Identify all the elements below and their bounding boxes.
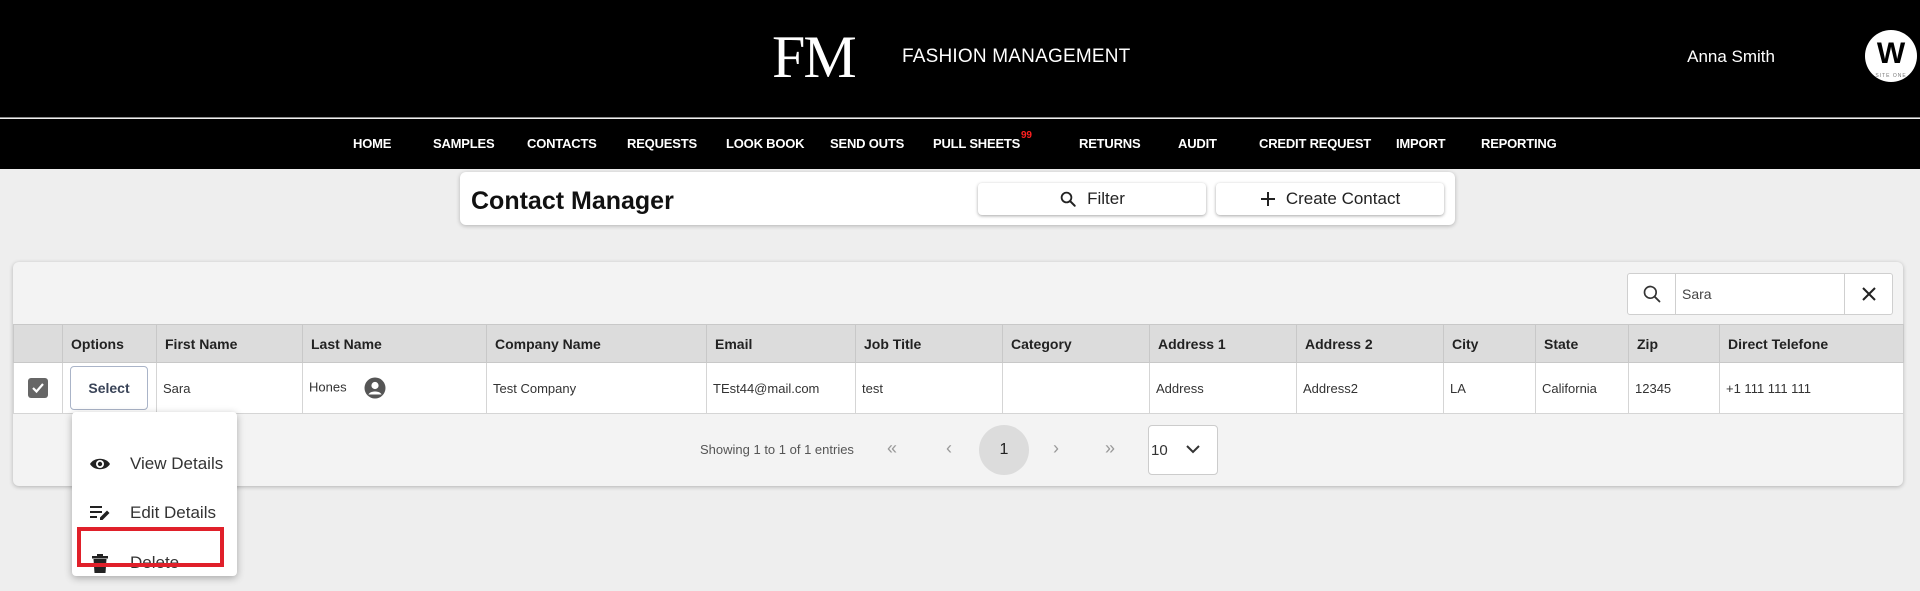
page-size-select[interactable]: 10 — [1148, 425, 1218, 475]
nav-look-book[interactable]: LOOK BOOK — [726, 136, 805, 151]
nav-home[interactable]: HOME — [353, 136, 391, 151]
col-direct-telefone[interactable]: Direct Telefone — [1719, 324, 1904, 363]
col-category[interactable]: Category — [1002, 324, 1150, 363]
create-contact-button[interactable]: Create Contact — [1216, 183, 1444, 215]
nav-samples[interactable]: SAMPLES — [433, 136, 495, 151]
create-contact-label: Create Contact — [1285, 189, 1401, 208]
avatar-sub: SITE ONE — [1875, 73, 1907, 79]
cell-state: California — [1535, 362, 1629, 414]
col-zip[interactable]: Zip — [1628, 324, 1720, 363]
eye-icon — [88, 456, 112, 472]
avatar[interactable]: W SITE ONE — [1865, 30, 1917, 82]
col-state[interactable]: State — [1535, 324, 1629, 363]
col-address-2[interactable]: Address 2 — [1296, 324, 1444, 363]
filter-button[interactable]: Filter — [978, 183, 1206, 215]
cell-company: Test Company — [486, 362, 707, 414]
user-name[interactable]: Anna Smith — [1687, 47, 1775, 67]
cell-city: LA — [1443, 362, 1536, 414]
col-address-1[interactable]: Address 1 — [1149, 324, 1297, 363]
search-input[interactable] — [1678, 274, 1844, 314]
select-button[interactable]: Select — [70, 366, 148, 410]
table-row: Select Sara Hones Test Company TEst44@ma… — [13, 362, 1904, 414]
plus-icon — [1260, 192, 1275, 206]
contact-manager-header: Contact Manager Filter Create Contact — [460, 172, 1455, 225]
last-page-icon[interactable]: » — [1105, 438, 1115, 459]
search-button[interactable] — [1628, 274, 1676, 314]
top-header: FM FASHION MANAGEMENT Anna Smith W SITE … — [0, 0, 1920, 118]
cell-last-name-text: Hones — [309, 379, 347, 395]
nav-credit-request[interactable]: CREDIT REQUEST — [1259, 136, 1371, 151]
row-checkbox[interactable] — [28, 378, 48, 398]
table-header-row: Options First Name Last Name Company Nam… — [13, 324, 1904, 363]
cell-job-title: test — [855, 362, 1003, 414]
current-page-button[interactable]: 1 — [979, 425, 1029, 475]
col-last-name[interactable]: Last Name — [302, 324, 487, 363]
col-first-name[interactable]: First Name — [156, 324, 303, 363]
delete-highlight — [77, 527, 224, 567]
first-page-icon[interactable]: « — [887, 438, 897, 459]
menu-view-details[interactable]: View Details — [72, 444, 237, 484]
nav-returns[interactable]: RETURNS — [1079, 136, 1141, 151]
cell-last-name: Hones — [302, 362, 487, 414]
cell-address-2: Address2 — [1296, 362, 1444, 414]
col-select-all[interactable] — [13, 324, 63, 363]
cell-address-1: Address — [1149, 362, 1297, 414]
menu-view-label: View Details — [130, 454, 224, 473]
nav-reporting[interactable]: REPORTING — [1481, 136, 1557, 151]
nav-send-outs[interactable]: SEND OUTS — [830, 136, 904, 151]
page-size-value: 10 — [1151, 442, 1168, 459]
col-email[interactable]: Email — [706, 324, 856, 363]
close-icon — [1861, 287, 1876, 301]
nav-pull-sheets-label: PULL SHEETS — [933, 136, 1021, 151]
col-options[interactable]: Options — [62, 324, 157, 363]
nav-audit[interactable]: AUDIT — [1178, 136, 1217, 151]
menu-edit-label: Edit Details — [130, 503, 216, 522]
col-job-title[interactable]: Job Title — [855, 324, 1003, 363]
cell-zip: 12345 — [1628, 362, 1720, 414]
col-company-name[interactable]: Company Name — [486, 324, 707, 363]
search-icon — [1060, 191, 1076, 207]
check-icon — [32, 383, 44, 394]
nav-requests[interactable]: REQUESTS — [627, 136, 697, 151]
main-nav: HOME SAMPLES CONTACTS REQUESTS LOOK BOOK… — [0, 119, 1920, 169]
chevron-down-icon — [1186, 445, 1200, 454]
page-title: Contact Manager — [471, 187, 674, 215]
prev-page-icon[interactable]: ‹ — [946, 438, 952, 459]
search-icon — [1643, 285, 1660, 303]
avatar-letter: W — [1876, 37, 1906, 70]
nav-pull-sheets[interactable]: PULL SHEETS 99 — [933, 130, 1032, 151]
nav-import[interactable]: IMPORT — [1396, 136, 1446, 151]
logo[interactable]: FM — [772, 22, 857, 92]
pagination-info: Showing 1 to 1 of 1 entries — [700, 442, 854, 457]
cell-phone: +1 111 111 111 — [1719, 362, 1904, 414]
filter-label: Filter — [1087, 189, 1125, 208]
contacts-table: Options First Name Last Name Company Nam… — [13, 324, 1904, 414]
person-icon[interactable] — [364, 377, 386, 399]
col-city[interactable]: City — [1443, 324, 1536, 363]
cell-email: TEst44@mail.com — [706, 362, 856, 414]
cell-category — [1002, 362, 1150, 414]
pull-sheets-badge: 99 — [1021, 130, 1032, 141]
clear-search-button[interactable] — [1844, 274, 1892, 314]
table-search — [1627, 273, 1893, 315]
brand-name: FASHION MANAGEMENT — [902, 46, 1131, 67]
nav-contacts[interactable]: CONTACTS — [527, 136, 597, 151]
next-page-icon[interactable]: › — [1053, 438, 1059, 459]
edit-note-icon — [88, 504, 112, 522]
cell-first-name: Sara — [156, 362, 303, 414]
